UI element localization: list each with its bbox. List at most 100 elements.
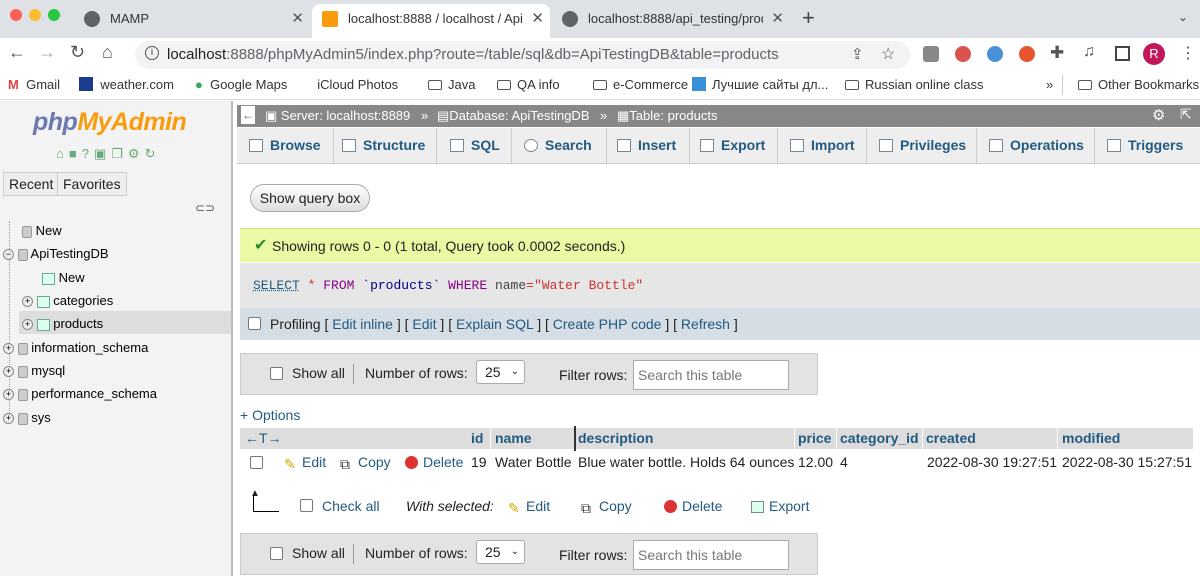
tree-item-products[interactable]: + products: [19, 311, 231, 334]
link-icon[interactable]: ⊂⊃: [195, 201, 215, 215]
copy-icon[interactable]: ❐: [111, 146, 128, 161]
back-arrow-icon[interactable]: ←: [8, 42, 26, 63]
bookmarks-more[interactable]: »: [1046, 77, 1053, 92]
bookmark-star-icon[interactable]: ☆: [881, 44, 895, 64]
column-header-price[interactable]: price: [798, 428, 831, 449]
logout-icon[interactable]: ■: [69, 146, 82, 161]
tab-privileges[interactable]: Privileges: [867, 128, 977, 164]
bulk-delete-button[interactable]: Delete: [664, 498, 722, 514]
expand-icon[interactable]: +: [3, 389, 14, 401]
kebab-menu-icon[interactable]: ⋮: [1180, 43, 1196, 63]
profile-avatar[interactable]: R: [1143, 43, 1165, 65]
info-icon[interactable]: i: [145, 46, 159, 60]
minimize-window-icon[interactable]: [29, 9, 41, 21]
tab-export[interactable]: Export: [690, 128, 778, 164]
bulk-export-button[interactable]: Export: [751, 498, 809, 514]
bookmark-icloud[interactable]: iCloud Photos: [310, 77, 398, 92]
expand-icon[interactable]: +: [3, 366, 14, 378]
breadcrumb-server[interactable]: ▣ Server: localhost:8889: [265, 108, 410, 124]
number-of-rows-select[interactable]: 25 ⌄: [476, 360, 525, 384]
profiling-checkbox[interactable]: [248, 317, 261, 330]
column-header-name[interactable]: name: [495, 428, 532, 449]
close-tab-icon[interactable]: ✕: [531, 4, 544, 34]
bookmark-russian[interactable]: Russian online class: [845, 77, 984, 92]
column-header-modified[interactable]: modified: [1062, 428, 1120, 449]
tab-import[interactable]: Import: [778, 128, 867, 164]
sql-keyword[interactable]: SELECT: [253, 278, 300, 293]
breadcrumb-table[interactable]: ▦Table: products: [617, 108, 717, 124]
row-edit-button[interactable]: ✎ Edit: [284, 454, 326, 472]
refresh-link[interactable]: Refresh: [681, 316, 730, 332]
column-header-description[interactable]: description: [578, 428, 653, 449]
bookmark-ecommerce[interactable]: e-Commerce: [593, 77, 688, 92]
collapse-up-icon[interactable]: ⇱: [1180, 106, 1192, 123]
column-header-category-id[interactable]: category_id: [840, 428, 919, 449]
column-header-id[interactable]: id: [471, 428, 483, 449]
bookmark-maps[interactable]: ● Google Maps: [195, 77, 287, 92]
tree-item-db-new[interactable]: New: [42, 270, 85, 285]
bookmark-weather[interactable]: weather.com: [79, 77, 174, 92]
show-all-checkbox[interactable]: [270, 547, 283, 560]
share-icon[interactable]: ⇪: [851, 45, 864, 63]
gear-icon[interactable]: ⚙: [1152, 106, 1165, 124]
explain-sql-link[interactable]: Explain SQL: [456, 316, 533, 332]
column-header-created[interactable]: created: [926, 428, 976, 449]
close-tab-icon[interactable]: ✕: [771, 4, 784, 34]
home-icon[interactable]: ⌂: [56, 146, 69, 161]
bookmark-gmail[interactable]: M Gmail: [8, 77, 60, 92]
close-tab-icon[interactable]: ✕: [291, 4, 304, 34]
options-toggle[interactable]: + Options: [240, 407, 300, 423]
sql-docs-icon[interactable]: ▣: [94, 146, 111, 161]
bookmark-sites[interactable]: Лучшие сайты дл...: [692, 77, 828, 92]
create-php-code-link[interactable]: Create PHP code: [553, 316, 662, 332]
browser-tab-phpmyadmin[interactable]: localhost:8888 / localhost / ApiTestingD…: [312, 4, 550, 38]
edit-inline-link[interactable]: Edit inline: [332, 316, 393, 332]
reload-icon[interactable]: ↻: [70, 42, 85, 63]
tab-sql[interactable]: SQL: [437, 128, 512, 164]
tab-insert[interactable]: Insert: [607, 128, 690, 164]
extension-icon[interactable]: [923, 46, 939, 62]
breadcrumb-database[interactable]: ▤Database: ApiTestingDB: [437, 108, 590, 124]
forward-arrow-icon[interactable]: →: [38, 42, 56, 63]
tree-item-information-schema[interactable]: + information_schema: [3, 340, 148, 355]
collapse-nav-arrow-icon[interactable]: ←: [241, 106, 255, 124]
expand-icon[interactable]: +: [3, 413, 14, 425]
expand-icon[interactable]: +: [22, 296, 33, 308]
tree-item-mysql[interactable]: + mysql: [3, 363, 65, 378]
chevron-down-icon[interactable]: ⌄: [1178, 10, 1188, 24]
puzzle-icon[interactable]: ✚: [1050, 43, 1064, 63]
close-window-icon[interactable]: [10, 9, 22, 21]
bulk-copy-button[interactable]: ⧉ Copy: [581, 498, 632, 516]
tree-item-new[interactable]: New: [22, 223, 62, 238]
row-delete-button[interactable]: Delete: [405, 454, 463, 470]
address-bar[interactable]: i localhost:8888/phpMyAdmin5/index.php?r…: [135, 41, 910, 69]
sidepanel-icon[interactable]: [1115, 46, 1130, 61]
media-icon[interactable]: ♫: [1083, 43, 1095, 61]
show-query-box-button[interactable]: Show query box: [250, 184, 370, 212]
phpmyadmin-logo[interactable]: phpMyAdmin: [33, 108, 187, 137]
tree-item-apitestingdb[interactable]: − ApiTestingDB: [3, 246, 109, 261]
extension-icon[interactable]: [987, 46, 1003, 62]
row-checkbox[interactable]: [250, 456, 263, 469]
number-of-rows-select[interactable]: 25 ⌄: [476, 540, 525, 564]
tab-triggers[interactable]: Triggers: [1095, 128, 1200, 164]
browser-tab-api[interactable]: localhost:8888/api_testing/products ✕: [552, 4, 790, 38]
bulk-edit-button[interactable]: ✎ Edit: [508, 498, 550, 516]
home-icon[interactable]: ⌂: [102, 42, 113, 63]
extension-icon[interactable]: [1019, 46, 1035, 62]
filter-rows-input[interactable]: Search this table: [633, 360, 789, 390]
tree-item-categories[interactable]: + categories: [22, 293, 113, 308]
new-tab-button[interactable]: +: [802, 5, 815, 31]
bookmark-other[interactable]: Other Bookmarks: [1078, 77, 1199, 92]
maximize-window-icon[interactable]: [48, 9, 60, 21]
tree-item-sys[interactable]: + sys: [3, 410, 51, 425]
column-resize-arrows[interactable]: ←T→: [245, 428, 282, 449]
refresh-icon[interactable]: ↻: [145, 146, 161, 161]
bookmark-qa[interactable]: QA info: [497, 77, 560, 92]
filter-rows-input[interactable]: Search this table: [633, 540, 789, 570]
expand-icon[interactable]: +: [3, 343, 14, 355]
collapse-icon[interactable]: −: [3, 249, 14, 261]
tab-structure[interactable]: Structure: [334, 128, 437, 164]
check-all-checkbox[interactable]: [300, 499, 313, 512]
docs-icon[interactable]: ?: [82, 146, 94, 161]
